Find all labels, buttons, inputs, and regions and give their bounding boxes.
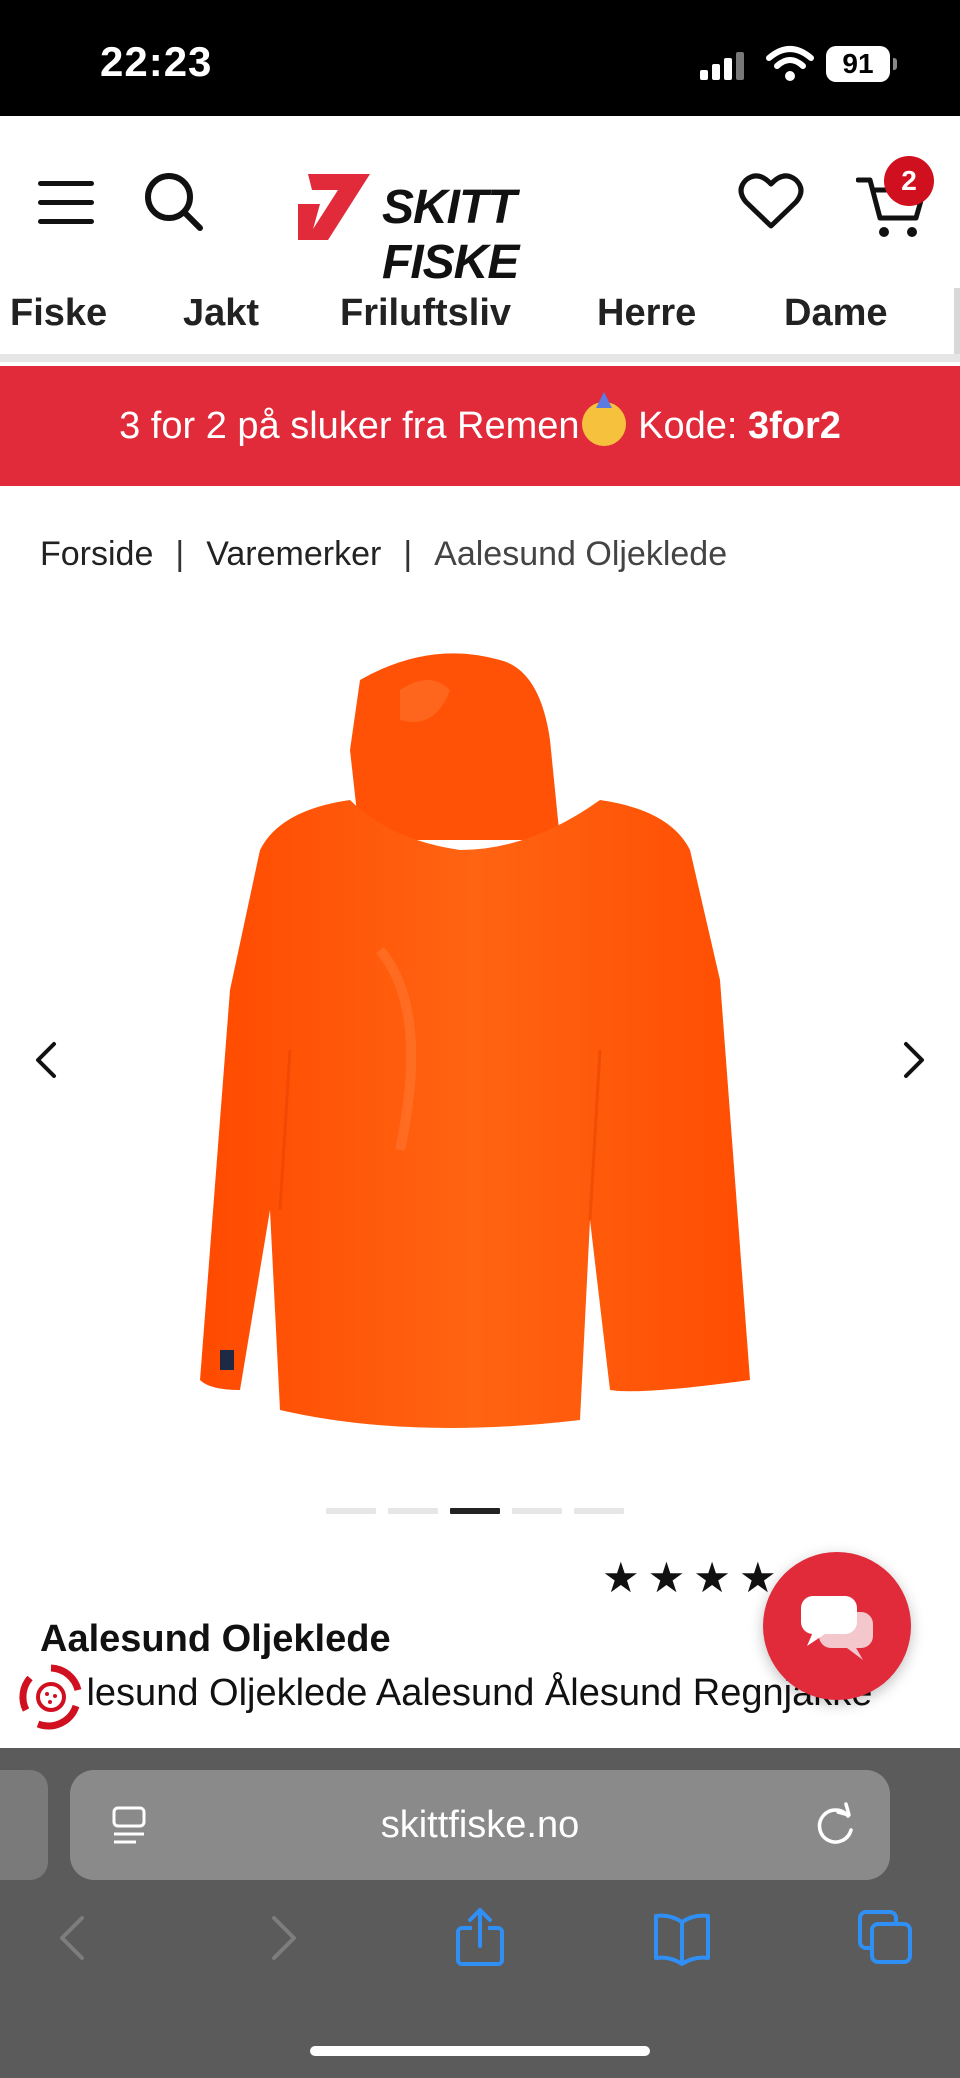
rating-stars[interactable]: ★★★★ [602, 1553, 785, 1602]
forward-icon[interactable] [250, 1908, 310, 1968]
nav-scroll-edge [954, 288, 960, 354]
product-gallery[interactable] [0, 620, 960, 1500]
status-bar: 22:23 91 [0, 0, 960, 116]
page: 22:23 91 SKITT FISKE 2 Fiske Jakt Friluf… [0, 0, 960, 2078]
breadcrumb-current: Aalesund Oljeklede [434, 535, 728, 573]
search-icon[interactable] [142, 170, 206, 234]
breadcrumb-home[interactable]: Forside [40, 535, 153, 573]
nav-item-friluftsliv[interactable]: Friluftsliv [340, 288, 511, 338]
gallery-prev-arrow-icon[interactable] [26, 1030, 66, 1090]
breadcrumb: Forside | Varemerker | Aalesund Oljeklede [40, 535, 727, 574]
promo-code-label: Kode: [627, 405, 748, 447]
brand-logo[interactable]: SKITT FISKE [298, 174, 644, 289]
gallery-dot[interactable] [326, 1508, 376, 1514]
nav-item-jakt[interactable]: Jakt [183, 288, 259, 338]
bookmarks-icon[interactable] [652, 1908, 712, 1968]
promo-code: 3for2 [747, 405, 841, 447]
home-indicator[interactable] [310, 2046, 650, 2056]
recycle-badge-icon[interactable] [14, 1660, 88, 1734]
status-time: 22:23 [100, 38, 213, 85]
gallery-next-arrow-icon[interactable] [894, 1030, 934, 1090]
breadcrumb-separator: | [175, 535, 185, 573]
brand-name: SKITT FISKE [382, 181, 519, 289]
product-image-jacket [200, 653, 750, 1428]
cart-count-badge: 2 [884, 156, 934, 206]
back-icon[interactable] [46, 1908, 106, 1968]
promo-banner[interactable]: 3 for 2 på sluker fra Remen Kode: 3for2 [0, 366, 960, 486]
nav-item-fiske[interactable]: Fiske [10, 288, 107, 338]
gallery-pagination [0, 1508, 960, 1516]
breadcrumb-separator: | [403, 535, 413, 573]
chat-bubbles-icon [801, 1596, 873, 1660]
logo-mark-icon [298, 174, 370, 240]
product-title: Aalesund Oljeklede [40, 1618, 391, 1660]
gallery-dot[interactable] [574, 1508, 624, 1514]
breadcrumb-brands[interactable]: Varemerker [206, 535, 381, 573]
previous-tab-preview[interactable] [0, 1770, 48, 1880]
site-header: SKITT FISKE 2 [0, 116, 960, 289]
party-face-emoji-icon [581, 392, 626, 446]
menu-icon[interactable] [38, 181, 94, 225]
cellular-signal-icon [700, 50, 750, 80]
wifi-icon [766, 46, 814, 81]
reload-icon[interactable] [812, 1802, 858, 1848]
gallery-dot[interactable] [388, 1508, 438, 1514]
battery-indicator: 91 [826, 46, 897, 82]
gallery-dot[interactable] [512, 1508, 562, 1514]
wishlist-heart-icon[interactable] [738, 170, 804, 232]
promo-text: 3 for 2 på sluker fra Remen [119, 405, 580, 447]
category-nav: Fiske Jakt Friluftsliv Herre Dame [0, 288, 960, 362]
tabs-icon[interactable] [856, 1908, 916, 1968]
product-subtitle: Aalesund Oljeklede Aalesund Ålesund Regn… [40, 1672, 873, 1714]
address-bar[interactable]: skittfiske.no [70, 1770, 890, 1880]
url-text: skittfiske.no [380, 1804, 580, 1846]
chat-button[interactable] [763, 1552, 911, 1700]
gallery-dot-active[interactable] [450, 1508, 500, 1514]
share-icon[interactable] [450, 1908, 510, 1968]
nav-item-dame[interactable]: Dame [784, 288, 888, 338]
nav-item-herre[interactable]: Herre [597, 288, 696, 338]
browser-toolbar: skittfiske.no [0, 1748, 960, 2078]
